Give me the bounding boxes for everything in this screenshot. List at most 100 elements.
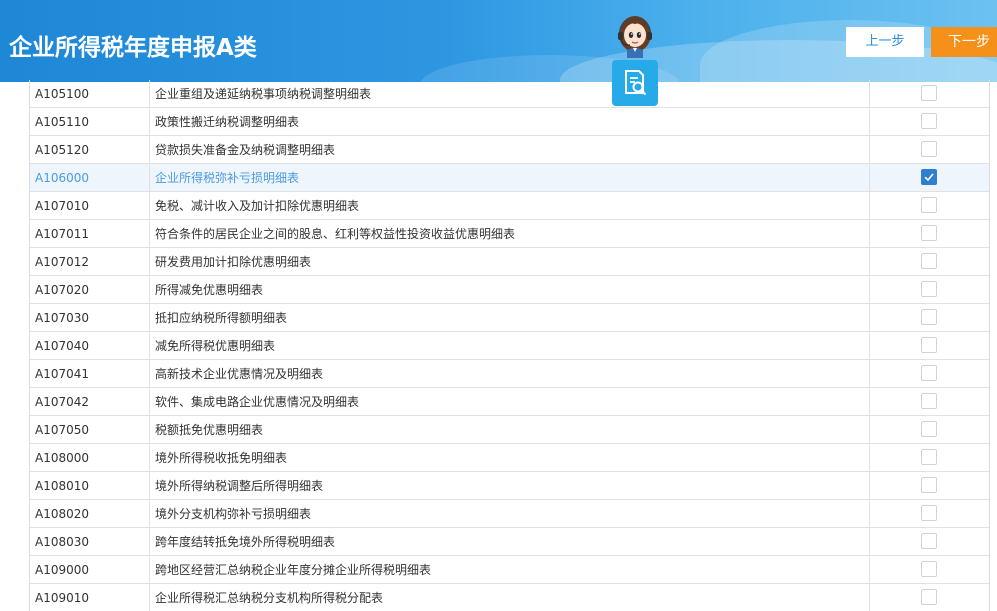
- form-name: 抵扣应纳税所得额明细表: [150, 304, 870, 331]
- form-name: 减免所得税优惠明细表: [150, 332, 870, 359]
- select-checkbox[interactable]: [921, 253, 937, 269]
- select-checkbox[interactable]: [921, 85, 937, 101]
- form-code: A106000: [30, 164, 150, 191]
- select-cell: [870, 584, 989, 611]
- form-name: 企业重组及递延纳税事项纳税调整明细表: [150, 80, 870, 107]
- table-row[interactable]: A107042 软件、集成电路企业优惠情况及明细表: [30, 388, 989, 416]
- select-cell: [870, 220, 989, 247]
- form-name: 研发费用加计扣除优惠明细表: [150, 248, 870, 275]
- form-name: 境外所得纳税调整后所得明细表: [150, 472, 870, 499]
- select-checkbox[interactable]: [921, 309, 937, 325]
- select-cell: [870, 332, 989, 359]
- form-code: A107040: [30, 332, 150, 359]
- table-row[interactable]: A107041 高新技术企业优惠情况及明细表: [30, 360, 989, 388]
- select-cell: [870, 248, 989, 275]
- select-checkbox[interactable]: [921, 141, 937, 157]
- table-row[interactable]: A107011 符合条件的居民企业之间的股息、红利等权益性投资收益优惠明细表: [30, 220, 989, 248]
- table-row[interactable]: A107020 所得减免优惠明细表: [30, 276, 989, 304]
- form-name: 跨年度结转抵免境外所得税明细表: [150, 528, 870, 555]
- form-code: A107050: [30, 416, 150, 443]
- form-name: 符合条件的居民企业之间的股息、红利等权益性投资收益优惠明细表: [150, 220, 870, 247]
- select-cell: [870, 500, 989, 527]
- form-code: A108020: [30, 500, 150, 527]
- form-name: 税额抵免优惠明细表: [150, 416, 870, 443]
- form-name: 境外所得税收抵免明细表: [150, 444, 870, 471]
- select-checkbox[interactable]: [921, 477, 937, 493]
- select-checkbox[interactable]: [921, 169, 937, 185]
- form-code: A108010: [30, 472, 150, 499]
- form-name: 免税、减计收入及加计扣除优惠明细表: [150, 192, 870, 219]
- checkmark-icon: [924, 173, 934, 182]
- table-row[interactable]: A108010 境外所得纳税调整后所得明细表: [30, 472, 989, 500]
- form-name: 境外分支机构弥补亏损明细表: [150, 500, 870, 527]
- form-code: A107011: [30, 220, 150, 247]
- select-cell: [870, 416, 989, 443]
- next-step-button[interactable]: 下一步: [931, 27, 997, 57]
- select-cell: [870, 276, 989, 303]
- select-checkbox[interactable]: [921, 393, 937, 409]
- select-checkbox[interactable]: [921, 449, 937, 465]
- select-cell: [870, 556, 989, 583]
- form-code: A107012: [30, 248, 150, 275]
- select-cell: [870, 136, 989, 163]
- select-checkbox[interactable]: [921, 421, 937, 437]
- select-checkbox[interactable]: [921, 225, 937, 241]
- form-name: 政策性搬迁纳税调整明细表: [150, 108, 870, 135]
- select-checkbox[interactable]: [921, 561, 937, 577]
- form-code: A109010: [30, 584, 150, 611]
- select-checkbox[interactable]: [921, 533, 937, 549]
- customer-service-avatar-icon[interactable]: [611, 10, 659, 58]
- form-code: A107030: [30, 304, 150, 331]
- table-row[interactable]: A105110 政策性搬迁纳税调整明细表: [30, 108, 989, 136]
- select-checkbox[interactable]: [921, 589, 937, 605]
- table-row[interactable]: A109010 企业所得税汇总纳税分支机构所得税分配表: [30, 584, 989, 611]
- select-checkbox[interactable]: [921, 365, 937, 381]
- form-code: A105120: [30, 136, 150, 163]
- form-code: A107010: [30, 192, 150, 219]
- table-row[interactable]: A109000 跨地区经营汇总纳税企业年度分摊企业所得税明细表: [30, 556, 989, 584]
- table-row[interactable]: A105100 企业重组及递延纳税事项纳税调整明细表: [30, 80, 989, 108]
- form-name: 企业所得税汇总纳税分支机构所得税分配表: [150, 584, 870, 611]
- table-row[interactable]: A106000 企业所得税弥补亏损明细表: [30, 164, 989, 192]
- form-name: 跨地区经营汇总纳税企业年度分摊企业所得税明细表: [150, 556, 870, 583]
- select-checkbox[interactable]: [921, 281, 937, 297]
- table-row[interactable]: A108030 跨年度结转抵免境外所得税明细表: [30, 528, 989, 556]
- form-code: A108030: [30, 528, 150, 555]
- select-cell: [870, 80, 989, 107]
- select-checkbox[interactable]: [921, 113, 937, 129]
- form-name: 贷款损失准备金及纳税调整明细表: [150, 136, 870, 163]
- table-row[interactable]: A107030 抵扣应纳税所得额明细表: [30, 304, 989, 332]
- select-cell: [870, 164, 989, 191]
- select-checkbox[interactable]: [921, 197, 937, 213]
- previous-step-button[interactable]: 上一步: [846, 27, 924, 57]
- table-row[interactable]: A107050 税额抵免优惠明细表: [30, 416, 989, 444]
- select-checkbox[interactable]: [921, 505, 937, 521]
- select-cell: [870, 108, 989, 135]
- form-code: A108000: [30, 444, 150, 471]
- table-row[interactable]: A107012 研发费用加计扣除优惠明细表: [30, 248, 989, 276]
- form-code: A107042: [30, 388, 150, 415]
- select-cell: [870, 192, 989, 219]
- select-cell: [870, 304, 989, 331]
- table-row[interactable]: A107010 免税、减计收入及加计扣除优惠明细表: [30, 192, 989, 220]
- form-code: A109000: [30, 556, 150, 583]
- select-checkbox[interactable]: [921, 337, 937, 353]
- select-cell: [870, 388, 989, 415]
- document-search-button[interactable]: [612, 60, 658, 106]
- select-cell: [870, 360, 989, 387]
- form-code: A107041: [30, 360, 150, 387]
- table-row[interactable]: A105120 贷款损失准备金及纳税调整明细表: [30, 136, 989, 164]
- table-row[interactable]: A108000 境外所得税收抵免明细表: [30, 444, 989, 472]
- table-row[interactable]: A108020 境外分支机构弥补亏损明细表: [30, 500, 989, 528]
- form-code: A107020: [30, 276, 150, 303]
- document-search-icon: [625, 70, 647, 96]
- report-table: A105100 企业重组及递延纳税事项纳税调整明细表 A105110 政策性搬迁纳税调…: [29, 80, 990, 611]
- page-title: 企业所得税年度申报A类: [9, 35, 257, 61]
- table-row[interactable]: A107040 减免所得税优惠明细表: [30, 332, 989, 360]
- select-cell: [870, 528, 989, 555]
- form-name: 高新技术企业优惠情况及明细表: [150, 360, 870, 387]
- select-cell: [870, 444, 989, 471]
- form-name: 软件、集成电路企业优惠情况及明细表: [150, 388, 870, 415]
- form-name: 所得减免优惠明细表: [150, 276, 870, 303]
- form-code: A105100: [30, 80, 150, 107]
